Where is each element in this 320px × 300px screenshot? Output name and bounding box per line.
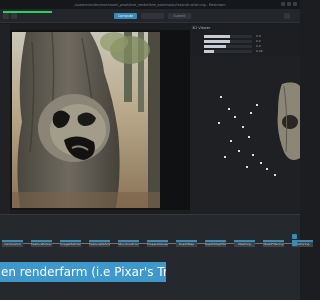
image-gallery-panel[interactable] — [0, 24, 10, 214]
node-chain: CameraInit FeatureExtraction ImageMatching… — [0, 240, 313, 248]
graph-node[interactable]: CameraInit — [2, 240, 23, 247]
param-slider-1[interactable]: 0.0 — [204, 34, 261, 38]
point-cloud-view — [218, 82, 300, 176]
minimize-icon[interactable] — [281, 2, 285, 6]
param-bar-3 — [204, 45, 226, 48]
param-slider-3[interactable]: 0.0 — [204, 44, 261, 48]
camera-marker — [248, 136, 250, 138]
title-bar: /quaternion/dev/meshroom_graph/tree_rend… — [0, 0, 300, 9]
image-viewer[interactable] — [10, 30, 192, 210]
node-connection — [197, 243, 205, 244]
node-connection — [23, 243, 31, 244]
settings-icon[interactable] — [284, 13, 290, 19]
graph-node[interactable]: DepthMap — [176, 240, 197, 247]
camera-marker — [260, 162, 262, 164]
camera-marker — [274, 174, 276, 176]
camera-marker — [238, 150, 240, 152]
progress-bar — [3, 11, 52, 13]
window-controls — [281, 2, 297, 6]
node-connection — [168, 243, 176, 244]
graph-node[interactable]: Meshing — [234, 240, 255, 247]
graph-node[interactable]: DepthMapFilter — [205, 240, 226, 247]
param-value-1: 0.0 — [256, 34, 261, 38]
graph-node[interactable]: ImageMatching — [60, 240, 81, 247]
action-tabs: Compute Submit — [114, 13, 191, 19]
graph-node[interactable]: FeatureExtraction — [31, 240, 52, 247]
camera-marker — [266, 168, 268, 170]
node-connection — [81, 243, 89, 244]
submit-button[interactable]: Submit — [168, 13, 191, 19]
node-connection — [52, 243, 60, 244]
graph-layout-icon[interactable] — [292, 241, 297, 246]
camera-marker — [234, 116, 236, 118]
node-connection — [255, 243, 263, 244]
camera-marker — [246, 166, 248, 168]
caption-banner: en renderfarm (i.e Pixar's Tractor) — [0, 262, 166, 282]
graph-node[interactable]: PrepareDenseScene — [147, 240, 168, 247]
progress-fill — [3, 11, 52, 13]
camera-marker — [218, 122, 220, 124]
camera-marker — [242, 126, 244, 128]
graph-node[interactable]: MeshFiltering — [263, 240, 284, 247]
file-icon[interactable] — [11, 13, 17, 19]
graph-editor[interactable]: CameraInit FeatureExtraction ImageMatching… — [0, 214, 313, 300]
panel-3d-title: 3D Viewer — [192, 26, 211, 30]
camera-marker — [250, 112, 252, 114]
node-connection — [110, 243, 118, 244]
compute-button[interactable]: Compute — [114, 13, 137, 19]
graph-node[interactable]: FeatureMatching — [89, 240, 110, 247]
param-slider-2[interactable]: 0.0 — [204, 39, 261, 43]
camera-marker — [228, 108, 230, 110]
maximize-icon[interactable] — [287, 2, 291, 6]
graph-node[interactable]: StructureFromMotion — [118, 240, 139, 247]
tree-trunk-image — [12, 32, 160, 208]
camera-marker — [252, 154, 254, 156]
viewer-side-strip — [160, 30, 192, 210]
camera-marker — [220, 96, 222, 98]
menu-icon[interactable] — [3, 13, 9, 19]
param-bar-1 — [204, 35, 231, 38]
node-connection — [284, 243, 292, 244]
tree-photo — [12, 32, 160, 208]
param-slider-4[interactable]: 0.00 — [204, 49, 263, 53]
camera-marker — [230, 140, 232, 142]
camera-marker — [256, 104, 258, 106]
stop-button[interactable] — [141, 13, 164, 19]
window-title: /quaternion/dev/meshroom_graph/tree_rend… — [74, 2, 226, 7]
viewer-3d-panel: 3D Viewer 0.0 0.0 0.0 0.00 — [190, 24, 300, 214]
param-bar-2 — [204, 40, 231, 43]
param-value-4: 0.00 — [256, 49, 263, 53]
close-icon[interactable] — [293, 2, 297, 6]
graph-settings-icon[interactable] — [292, 234, 297, 239]
node-connection — [226, 243, 234, 244]
param-value-3: 0.0 — [256, 44, 261, 48]
viewport-3d[interactable] — [190, 56, 300, 214]
camera-marker — [224, 156, 226, 158]
node-connection — [139, 243, 147, 244]
param-value-2: 0.0 — [256, 39, 261, 43]
param-bar-4 — [204, 50, 214, 53]
